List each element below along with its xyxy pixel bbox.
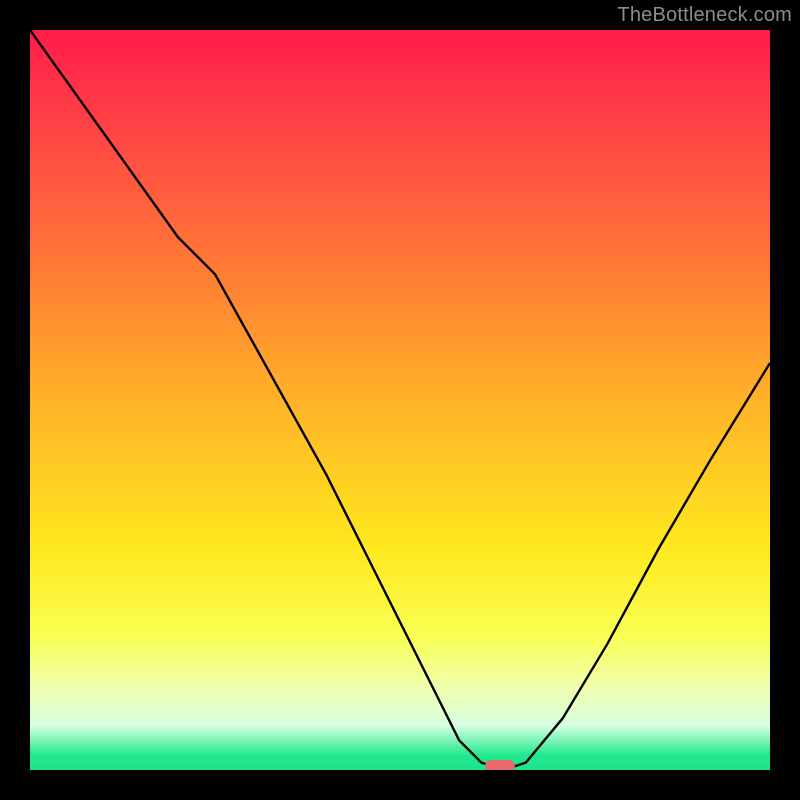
plot-area [30, 30, 770, 770]
chart-frame: TheBottleneck.com [0, 0, 800, 800]
curve-path [30, 30, 770, 770]
minimum-marker [485, 760, 515, 770]
bottleneck-curve [30, 30, 770, 770]
watermark-text: TheBottleneck.com [617, 4, 792, 27]
